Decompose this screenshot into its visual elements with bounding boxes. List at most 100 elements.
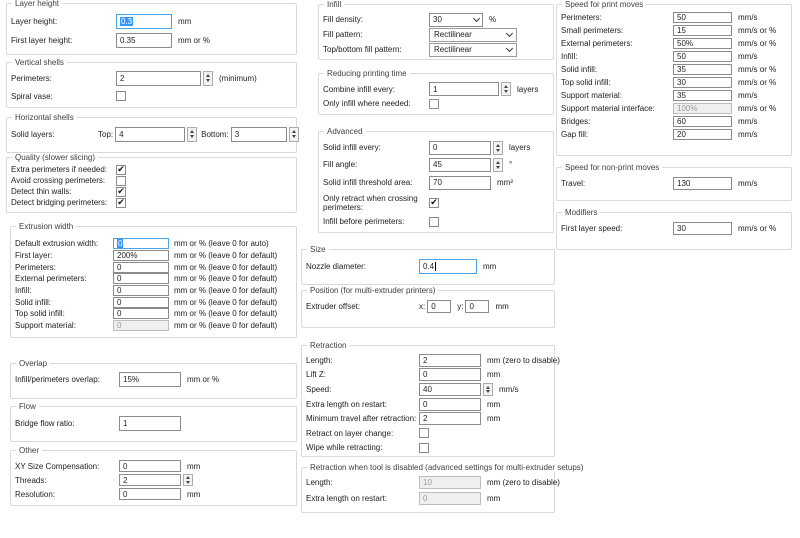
first-layer-input[interactable]: 200% <box>113 250 169 261</box>
perimeters-input[interactable]: 2 <box>116 71 201 86</box>
minimum-travel-after-retraction-input[interactable]: 2 <box>419 412 481 425</box>
top-solid-infill-input[interactable]: 30 <box>673 77 732 88</box>
only-retract-when-crossing-perimeters-checkbox[interactable]: ✔ <box>429 198 439 208</box>
settings-row: Only infill where needed: <box>323 97 553 110</box>
extra-length-on-restart-input[interactable]: 0 <box>419 398 481 411</box>
settings-row: Resolution:0mm <box>15 487 296 501</box>
length-value: 2 <box>423 356 427 365</box>
solid-layers-bottom-input[interactable]: 3 <box>231 127 287 142</box>
solid-infill-every-input[interactable]: 0 <box>429 141 491 155</box>
extruder-offset-x-input[interactable]: 0 <box>427 300 451 313</box>
top-solid-infill-input[interactable]: 0 <box>113 308 169 319</box>
extruder-offset-y-input[interactable]: 0 <box>465 300 489 313</box>
spin-down-icon[interactable] <box>496 166 500 169</box>
support-material-interface-input[interactable]: 100% <box>673 103 732 114</box>
length-input[interactable]: 10 <box>419 476 481 489</box>
bridges-input[interactable]: 60 <box>673 116 732 127</box>
external-perimeters-unit: mm or % (leave 0 for default) <box>174 274 277 283</box>
extra-perimeters-if-needed-checkbox[interactable]: ✔ <box>116 165 126 175</box>
spin-down-icon[interactable] <box>206 79 210 82</box>
spin-down-icon[interactable] <box>292 135 296 138</box>
support-material-input[interactable]: 35 <box>673 90 732 101</box>
gap-fill-input[interactable]: 20 <box>673 129 732 140</box>
extra-length-on-restart-label: Extra length on restart: <box>306 494 419 503</box>
layer-height-input[interactable]: 0.3 <box>116 14 172 29</box>
settings-row: Lift Z:0mm <box>306 368 554 383</box>
section-rows: Perimeters:2(minimum)Spiral vase: <box>7 63 296 105</box>
solid-infill-input[interactable]: 35 <box>673 64 732 75</box>
chevron-down-icon <box>473 15 480 22</box>
perimeters-input[interactable]: 0 <box>113 262 169 273</box>
resolution-input[interactable]: 0 <box>119 488 181 500</box>
spin-up-icon[interactable] <box>486 386 490 389</box>
speed-input[interactable]: 40 <box>419 383 481 396</box>
perimeters-spinner[interactable] <box>203 71 213 86</box>
spin-down-icon[interactable] <box>186 481 190 484</box>
combine-infill-every-input[interactable]: 1 <box>429 82 499 96</box>
threads-spinner[interactable] <box>183 474 193 486</box>
spin-up-icon[interactable] <box>496 161 500 164</box>
spin-up-icon[interactable] <box>186 476 190 479</box>
settings-row: Extra length on restart:0mm <box>306 397 554 412</box>
spin-up-icon[interactable] <box>504 85 508 88</box>
threads-input[interactable]: 2 <box>119 474 181 486</box>
detect-thin-walls-checkbox[interactable]: ✔ <box>116 187 126 197</box>
solid-layers-top-input[interactable]: 4 <box>115 127 185 142</box>
fill-angle-input[interactable]: 45 <box>429 158 491 172</box>
spin-down-icon[interactable] <box>190 135 194 138</box>
fill-angle-spinner[interactable] <box>493 158 503 172</box>
settings-row: Spiral vase: <box>11 87 296 105</box>
bridge-flow-ratio-value: 1 <box>123 419 127 428</box>
nozzle-diameter-input[interactable]: 0.4 <box>419 259 477 274</box>
settings-row: First layer:200%mm or % (leave 0 for def… <box>15 250 296 262</box>
spin-up-icon[interactable] <box>496 144 500 147</box>
travel-input[interactable]: 130 <box>673 177 732 190</box>
infill-input[interactable]: 0 <box>113 285 169 296</box>
spin-up-icon[interactable] <box>206 74 210 77</box>
spin-down-icon[interactable] <box>504 90 508 93</box>
spin-up-icon[interactable] <box>292 130 296 133</box>
solid-infill-threshold-area-input[interactable]: 70 <box>429 176 491 190</box>
retract-on-layer-change-label: Retract on layer change: <box>306 429 419 438</box>
extra-perimeters-if-needed-label: Extra perimeters if needed: <box>11 165 116 174</box>
spiral-vase-checkbox[interactable] <box>116 91 126 101</box>
fill-density-combo[interactable]: 30 <box>429 13 483 27</box>
detect-bridging-perimeters-checkbox[interactable]: ✔ <box>116 198 126 208</box>
solid-infill-every-spinner[interactable] <box>493 141 503 155</box>
speed-spinner[interactable] <box>483 383 493 396</box>
spin-up-icon[interactable] <box>190 130 194 133</box>
first-layer-speed-input[interactable]: 30 <box>673 222 732 235</box>
default-extrusion-width-input[interactable]: 0 <box>113 238 169 249</box>
external-perimeters-input[interactable]: 0 <box>113 273 169 284</box>
solid-infill-input[interactable]: 0 <box>113 297 169 308</box>
solid-layers-bottom-spinner[interactable] <box>289 127 299 142</box>
xy-size-compensation-input[interactable]: 0 <box>119 460 181 472</box>
small-perimeters-input[interactable]: 15 <box>673 25 732 36</box>
bridges-label: Bridges: <box>561 117 673 126</box>
first-layer-height-input[interactable]: 0.35 <box>116 33 172 48</box>
perimeters-input[interactable]: 50 <box>673 12 732 23</box>
spin-down-icon[interactable] <box>496 149 500 152</box>
solid-infill-every-unit: layers <box>509 143 530 152</box>
retract-on-layer-change-checkbox[interactable] <box>419 428 429 438</box>
infill-perimeters-overlap-input[interactable]: 15% <box>119 372 181 387</box>
text-caret <box>435 262 436 271</box>
lift-z-input[interactable]: 0 <box>419 368 481 381</box>
infill-before-perimeters-checkbox[interactable] <box>429 217 439 227</box>
top-bottom-fill-pattern-select[interactable]: Rectilinear <box>429 43 517 57</box>
fill-pattern-select[interactable]: Rectilinear <box>429 28 517 42</box>
external-perimeters-input[interactable]: 50% <box>673 38 732 49</box>
solid-layers-top-spinner[interactable] <box>187 127 197 142</box>
combine-infill-every-spinner[interactable] <box>501 82 511 96</box>
bridge-flow-ratio-input[interactable]: 1 <box>119 416 181 431</box>
support-material-input[interactable]: 0 <box>113 320 169 331</box>
wipe-while-retracting-checkbox[interactable] <box>419 443 429 453</box>
spin-down-icon[interactable] <box>486 390 490 393</box>
section-rows: Length:2mm (zero to disable)Lift Z:0mmSp… <box>302 346 554 455</box>
extra-length-on-restart-input[interactable]: 0 <box>419 492 481 505</box>
length-input[interactable]: 2 <box>419 354 481 367</box>
only-infill-where-needed-checkbox[interactable] <box>429 99 439 109</box>
avoid-crossing-perimeters-checkbox[interactable] <box>116 176 126 186</box>
infill-perimeters-overlap-unit: mm or % <box>187 375 219 384</box>
infill-input[interactable]: 50 <box>673 51 732 62</box>
